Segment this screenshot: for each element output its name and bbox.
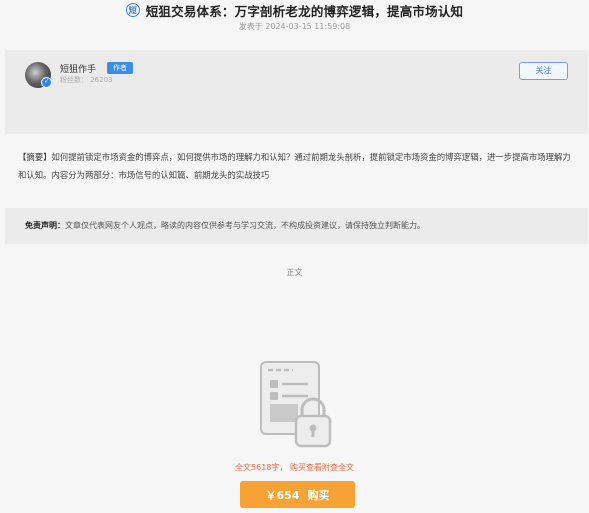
article-title-row: 短 短狙交易体系：万字剖析老龙的博弈逻辑，提高市场认知 — [0, 0, 589, 20]
follow-button[interactable]: 关注 — [519, 62, 568, 80]
author-card: ✓ 短狙作手 作者 粉丝数： 26203 关注 — [5, 50, 588, 134]
summary-text: 如何提前锁定市场资金的博弈点，如何提供市场的理解力和认知？通过前期龙头剖析，提前… — [18, 152, 571, 180]
buy-label: 购买 — [307, 488, 330, 502]
article-summary: 【摘要】如何提前锁定市场资金的博弈点，如何提供市场的理解力和认知？通过前期龙头剖… — [18, 148, 578, 184]
column-badge-icon: 短 — [125, 3, 140, 17]
locked-document-icon — [260, 361, 332, 448]
word-count-text: 全文5618字， 购买查看附查全文 — [235, 463, 354, 472]
disclaimer-text: 文章仅代表网友个人观点，略读的内容仅供参考与学习交流，不构成投资建议，请保持独立… — [65, 221, 425, 230]
summary-label: 【摘要】 — [18, 152, 52, 162]
author-name[interactable]: 短狙作手 — [60, 62, 96, 75]
buy-button[interactable]: ￥654 购买 — [240, 481, 355, 508]
section-label-body: 正文 — [286, 268, 303, 277]
publish-time: 发表于 2024-03-15 11:59:08 — [238, 22, 351, 31]
buy-price: ￥654 — [265, 488, 300, 502]
article-title: 短狙交易体系：万字剖析老龙的博弈逻辑，提高市场认知 — [145, 3, 464, 19]
disclaimer-box: 免责声明：文章仅代表网友个人观点，略读的内容仅供参考与学习交流，不构成投资建议，… — [5, 208, 588, 244]
author-fans-count: 粉丝数： 26203 — [60, 76, 113, 84]
author-tag-badge: 作者 — [107, 62, 133, 74]
verified-check-icon: ✓ — [41, 77, 52, 88]
disclaimer-label: 免责声明： — [25, 221, 65, 230]
